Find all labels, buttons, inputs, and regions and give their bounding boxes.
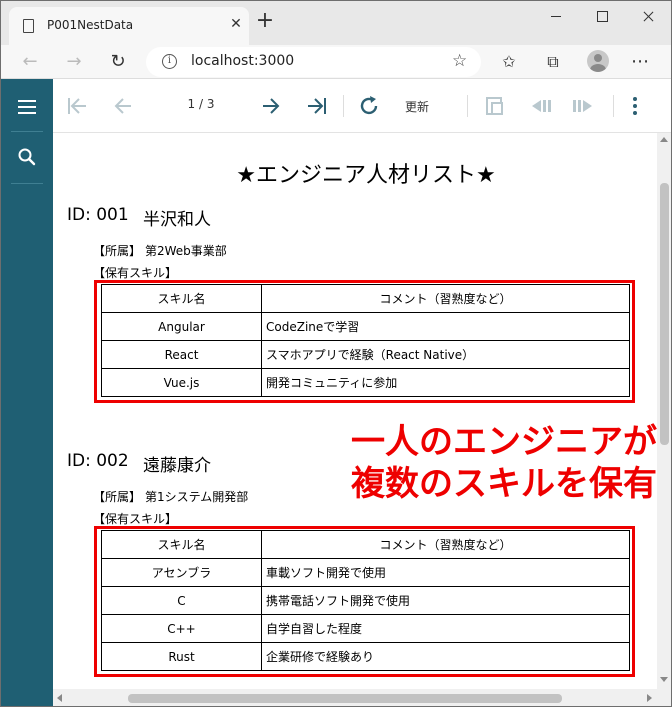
table-row: アセンブラ 車載ソフト開発で使用: [101, 558, 630, 587]
new-tab-plus-icon[interactable]: +: [255, 10, 275, 33]
close-tab-icon[interactable]: ✕: [227, 15, 245, 33]
dept-value: 第2Web事業部: [145, 244, 227, 258]
table-row: C 携帯電話ソフト開発で使用: [101, 586, 630, 615]
favorite-star-icon[interactable]: ☆: [452, 51, 467, 71]
reload-icon[interactable]: ↻: [107, 51, 129, 73]
table-header-row: スキル名 コメント（習熟度など）: [101, 530, 630, 559]
search-icon[interactable]: [9, 139, 45, 175]
table-row: Rust 企業研修で経験あり: [101, 642, 630, 671]
back-arrow-icon[interactable]: ←: [19, 51, 41, 73]
profile-avatar[interactable]: [587, 50, 609, 72]
horizontal-scrollbar[interactable]: [53, 689, 657, 706]
engineer-name: 半沢和人: [143, 210, 211, 230]
scroll-up-arrow-icon[interactable]: [660, 137, 668, 142]
skills-table: スキル名 コメント（習熟度など） Angular CodeZineで学習 Rea…: [101, 284, 630, 397]
table-row: Vue.js 開発コミュニティに参加: [101, 368, 630, 397]
first-page-icon[interactable]: [65, 93, 89, 119]
export-icon[interactable]: [483, 93, 507, 119]
minimize-button[interactable]: [533, 1, 579, 33]
skill-name: Rust: [101, 642, 262, 671]
engineer-id: ID: 002: [67, 451, 129, 471]
skill-comment: 開発コミュニティに参加: [261, 368, 630, 397]
skill-name: Vue.js: [101, 368, 262, 397]
previous-page-icon[interactable]: [111, 93, 135, 119]
skill-comment: 自学自習した程度: [261, 614, 630, 643]
next-page-icon[interactable]: [259, 93, 283, 119]
skill-label: 【保有スキル】: [93, 266, 178, 280]
skill-comment: 携帯電話ソフト開発で使用: [261, 586, 630, 615]
page-indicator: 1 / 3: [187, 97, 215, 111]
viewer-toolbar: 1 / 3 更新: [53, 79, 671, 133]
toolbar-divider: [613, 95, 614, 117]
maximize-button[interactable]: [579, 1, 625, 33]
engineer-id: ID: 001: [67, 205, 129, 225]
more-menu-icon[interactable]: ⋯: [629, 51, 651, 73]
skill-name: Angular: [101, 312, 262, 341]
skill-comment: CodeZineで学習: [261, 312, 630, 341]
tab-bar: P001NestData ✕ +: [1, 1, 671, 45]
skill-label: 【保有スキル】: [93, 512, 178, 526]
skill-comment: 車載ソフト開発で使用: [261, 558, 630, 587]
url-text[interactable]: localhost:3000: [191, 53, 294, 69]
page-icon: [23, 19, 34, 33]
annotation-line-2: 複数のスキルを保有: [351, 464, 657, 504]
scroll-down-arrow-icon[interactable]: [660, 677, 668, 682]
annotation-line-1: 一人のエンジニアが: [351, 422, 657, 462]
annotation-callout: 一人のエンジニアが 複数のスキルを保有: [301, 421, 657, 505]
vertical-scroll-thumb[interactable]: [660, 183, 669, 445]
viewer-sidebar: [1, 79, 53, 706]
vertical-scrollbar[interactable]: [657, 133, 671, 689]
column-header-skill: スキル名: [101, 284, 262, 313]
scroll-left-arrow-icon[interactable]: [57, 694, 62, 702]
address-bar[interactable]: i localhost:3000 ☆: [146, 47, 481, 77]
column-header-comment: コメント（習熟度など）: [261, 530, 630, 559]
favorites-list-icon[interactable]: ✩: [498, 51, 520, 73]
skill-comment: 企業研修で経験あり: [261, 642, 630, 671]
column-header-skill: スキル名: [101, 530, 262, 559]
table-row: C++ 自学自習した程度: [101, 614, 630, 643]
animation-back-icon[interactable]: [527, 93, 553, 119]
scroll-right-arrow-icon[interactable]: [647, 694, 652, 702]
hamburger-menu-icon[interactable]: [9, 89, 45, 125]
horizontal-scroll-thumb[interactable]: [128, 694, 562, 703]
skill-name: C++: [101, 614, 262, 643]
toolbar-divider: [467, 95, 468, 117]
sidebar-divider: [11, 183, 43, 184]
site-info-icon[interactable]: i: [162, 54, 177, 69]
scrollbar-corner: [657, 689, 671, 706]
table-row: Angular CodeZineで学習: [101, 312, 630, 341]
browser-window: P001NestData ✕ + ← → ↻ i localhost:3000 …: [0, 0, 672, 707]
dept-label: 【所属】: [93, 490, 142, 504]
skill-name: C: [101, 586, 262, 615]
sidebar-divider: [11, 131, 43, 132]
table-header-row: スキル名 コメント（習熟度など）: [101, 284, 630, 313]
toolbar-divider: [343, 95, 344, 117]
skill-name: アセンブラ: [101, 558, 262, 587]
report-page: ★エンジニア人材リスト★ ID: 001 半沢和人 【所属】 第2Web事業部 …: [53, 133, 657, 689]
report-title: ★エンジニア人材リスト★: [236, 163, 496, 188]
browser-toolbar: ← → ↻ i localhost:3000 ☆ ✩ ⧉ ⋯: [1, 45, 671, 79]
refresh-icon[interactable]: [357, 93, 381, 119]
browser-tab[interactable]: P001NestData ✕: [9, 7, 249, 45]
tab-title: P001NestData: [47, 18, 134, 32]
skills-table: スキル名 コメント（習熟度など） アセンブラ 車載ソフト開発で使用 C 携帯電話…: [101, 530, 630, 671]
more-options-icon[interactable]: [625, 93, 645, 119]
forward-arrow-icon[interactable]: →: [63, 51, 85, 73]
skill-comment: スマホアプリで経験（React Native）: [261, 340, 630, 369]
update-label[interactable]: 更新: [405, 98, 429, 115]
close-window-button[interactable]: [625, 1, 671, 33]
dept-value: 第1システム開発部: [145, 490, 249, 504]
collections-icon[interactable]: ⧉: [542, 51, 564, 73]
table-row: React スマホアプリで経験（React Native）: [101, 340, 630, 369]
last-page-icon[interactable]: [305, 93, 329, 119]
engineer-name: 遠藤康介: [143, 456, 211, 476]
dept-label: 【所属】: [93, 244, 142, 258]
animation-forward-icon[interactable]: [571, 93, 597, 119]
skill-name: React: [101, 340, 262, 369]
column-header-comment: コメント（習熟度など）: [261, 284, 630, 313]
